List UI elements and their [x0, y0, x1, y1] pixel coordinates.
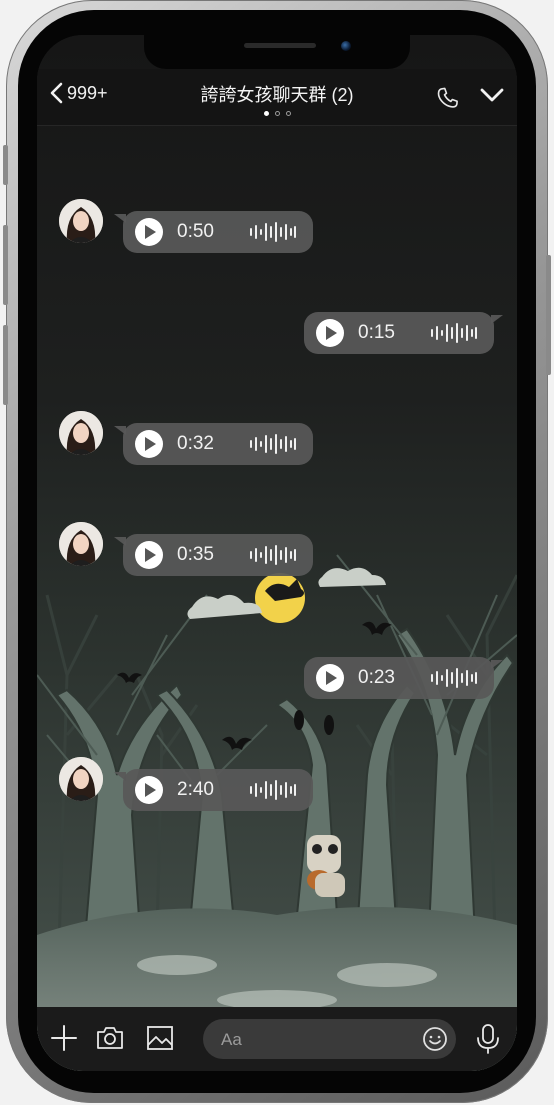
play-icon[interactable] [135, 218, 163, 246]
avatar-photo [59, 757, 103, 801]
waveform-icon [250, 545, 296, 565]
message-input[interactable]: Aa [203, 1019, 456, 1059]
camera-notch [144, 35, 410, 69]
page-dot [274, 111, 280, 116]
play-icon[interactable] [135, 776, 163, 804]
contact-avatar[interactable] [59, 757, 103, 801]
waveform-icon [431, 323, 477, 343]
image-icon [147, 1026, 173, 1050]
power-button [546, 255, 551, 375]
chevron-down-icon [480, 88, 504, 102]
contact-avatar[interactable] [59, 522, 103, 566]
play-icon[interactable] [316, 664, 344, 692]
expand-menu-button[interactable] [480, 87, 504, 108]
message-input-placeholder: Aa [221, 1030, 242, 1049]
add-button[interactable] [49, 1023, 79, 1058]
voice-duration: 0:50 [177, 221, 214, 242]
voice-message[interactable]: 0:23 [304, 657, 503, 699]
emoji-icon[interactable] [422, 1026, 448, 1052]
voice-duration: 0:32 [177, 433, 214, 454]
avatar-photo [59, 411, 103, 455]
chat-header: 999+ 誇誇女孩聊天群 (2) [37, 69, 517, 126]
voice-duration: 0:15 [358, 322, 395, 343]
gallery-button[interactable] [145, 1023, 175, 1058]
camera-icon [97, 1027, 123, 1049]
voice-call-button[interactable] [435, 85, 461, 116]
camera-button[interactable] [95, 1023, 125, 1058]
waveform-icon [250, 780, 296, 800]
play-icon[interactable] [316, 319, 344, 347]
phone-icon [437, 87, 458, 108]
voice-message[interactable]: 0:15 [304, 312, 503, 354]
volume-down-button [3, 325, 8, 405]
page-dot [263, 111, 269, 116]
screen: 999+ 誇誇女孩聊天群 (2) 0:50 0:15 0:32 0:35 0:2… [37, 35, 517, 1071]
contact-avatar[interactable] [59, 199, 103, 243]
waveform-icon [250, 434, 296, 454]
voice-record-button[interactable] [475, 1023, 501, 1060]
voice-duration: 2:40 [177, 779, 214, 800]
avatar-photo [59, 199, 103, 243]
waveform-icon [250, 222, 296, 242]
play-icon[interactable] [135, 541, 163, 569]
message-input-bar: Aa [37, 1007, 517, 1071]
mute-switch [3, 145, 8, 185]
voice-message[interactable]: 2:40 [114, 769, 313, 811]
earpiece-speaker [244, 43, 316, 48]
page-dot [285, 111, 291, 116]
voice-duration: 0:23 [358, 667, 395, 688]
voice-duration: 0:35 [177, 544, 214, 565]
avatar-photo [59, 522, 103, 566]
voice-message[interactable]: 0:35 [114, 534, 313, 576]
voice-message[interactable]: 0:50 [114, 211, 313, 253]
front-camera [341, 41, 351, 51]
play-icon[interactable] [135, 430, 163, 458]
contact-avatar[interactable] [59, 411, 103, 455]
waveform-icon [431, 668, 477, 688]
plus-icon [51, 1025, 77, 1051]
voice-message[interactable]: 0:32 [114, 423, 313, 465]
microphone-icon [477, 1024, 499, 1054]
volume-up-button [3, 225, 8, 305]
